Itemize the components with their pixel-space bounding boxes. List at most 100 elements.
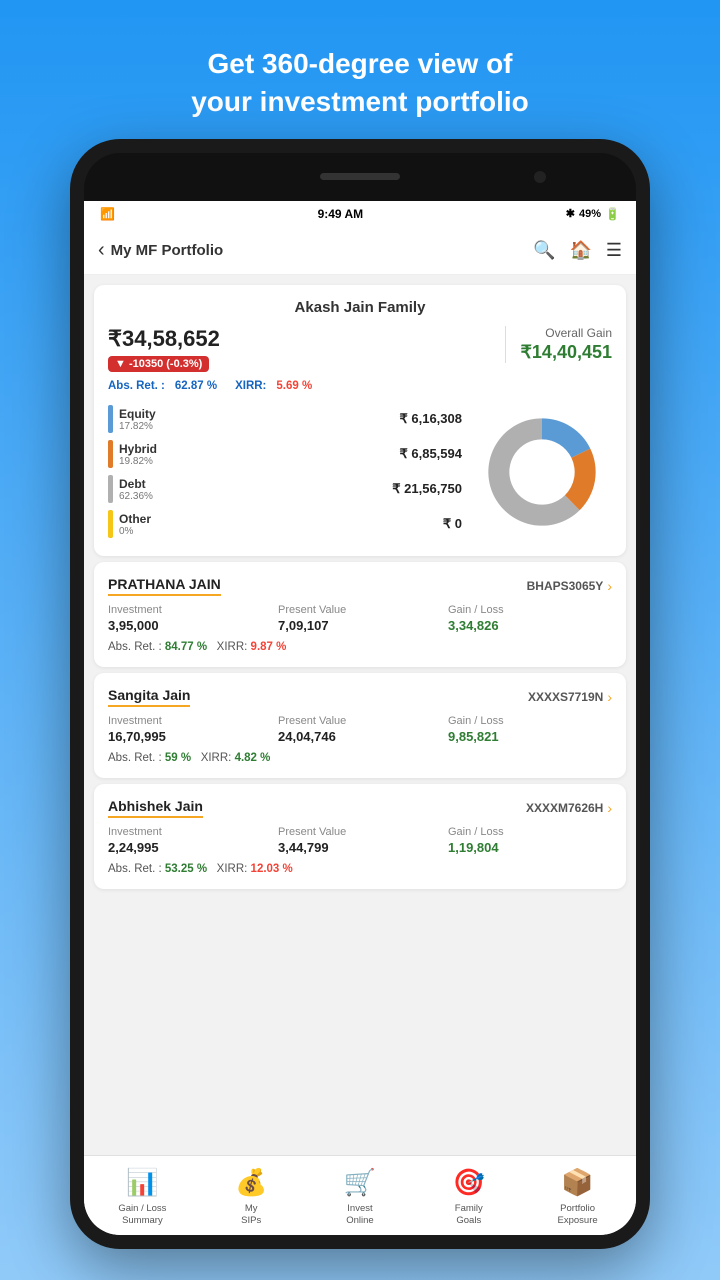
legend-color-other — [108, 510, 113, 538]
member-id-0: BHAPS3065Y — [527, 579, 604, 593]
member-id-row-0[interactable]: BHAPS3065Y › — [527, 578, 612, 594]
bottom-nav: 📊 Gain / LossSummary 💰 MySIPs 🛒 InvestOn… — [84, 1155, 636, 1235]
member-gl-col-2: Gain / Loss 1,19,804 — [448, 826, 612, 855]
status-left: 📶 — [100, 207, 115, 221]
header-line2: your investment portfolio — [191, 86, 529, 117]
portfolio-total-value: ₹34,58,652 — [108, 326, 505, 352]
legend-name-hybrid: Hybrid — [119, 442, 157, 456]
overall-gain-value: ₹14,40,451 — [520, 342, 612, 363]
legend-item-debt: Debt 62.36% ₹ 21,56,750 — [108, 475, 462, 503]
phone-speaker — [320, 173, 400, 180]
portfolio-returns-row: Abs. Ret. : 62.87 % XIRR: 5.69 % — [108, 380, 612, 392]
search-icon[interactable]: 🔍 — [533, 240, 555, 261]
donut-center — [512, 441, 573, 502]
battery-icon: 🔋 — [605, 207, 620, 221]
member-investment-label-0: Investment — [108, 604, 272, 616]
home-icon[interactable]: 🏠 — [569, 240, 591, 261]
legend-value-debt: ₹ 21,56,750 — [392, 481, 462, 497]
member-gl-label-0: Gain / Loss — [448, 604, 612, 616]
battery-level: 49% — [579, 208, 601, 220]
member-gl-val-0: 3,34,826 — [448, 618, 612, 633]
member-abs-ret-0: 84.77 % — [165, 641, 207, 653]
member-card-1: Sangita Jain XXXXS7719N › Investment 16,… — [94, 673, 626, 778]
member-pv-val-2: 3,44,799 — [278, 840, 442, 855]
wifi-icon: 📶 — [100, 207, 115, 221]
member-investment-val-1: 16,70,995 — [108, 729, 272, 744]
phone-camera — [534, 171, 546, 183]
bottom-nav-my-sips[interactable]: 💰 MySIPs — [197, 1164, 306, 1226]
overall-gain-label: Overall Gain — [520, 326, 612, 340]
member-investment-col-1: Investment 16,70,995 — [108, 715, 272, 744]
member-card-0: PRATHANA JAIN BHAPS3065Y › Investment 3,… — [94, 562, 626, 667]
legend-color-hybrid — [108, 440, 113, 468]
member-investment-val-0: 3,95,000 — [108, 618, 272, 633]
member-card-2: Abhishek Jain XXXXM7626H › Investment 2,… — [94, 784, 626, 889]
legend-value-equity: ₹ 6,16,308 — [400, 411, 463, 427]
bottom-nav-label-family: FamilyGoals — [455, 1203, 483, 1226]
member-chevron-icon-0[interactable]: › — [607, 578, 612, 594]
bottom-nav-label-gain-loss: Gain / LossSummary — [118, 1203, 166, 1226]
donut-chart — [472, 402, 612, 542]
legend-value-other: ₹ 0 — [443, 516, 462, 532]
bottom-nav-icon-my-sips: 💰 — [233, 1164, 269, 1200]
back-arrow-icon[interactable]: ‹ — [98, 239, 105, 262]
member-investment-col-2: Investment 2,24,995 — [108, 826, 272, 855]
member-chevron-icon-1[interactable]: › — [607, 689, 612, 705]
member-stats-row-1: Investment 16,70,995 Present Value 24,04… — [108, 715, 612, 744]
member-name-2: Abhishek Jain — [108, 798, 203, 818]
member-id-row-1[interactable]: XXXXS7719N › — [528, 689, 612, 705]
member-gl-col-1: Gain / Loss 9,85,821 — [448, 715, 612, 744]
member-header-1: Sangita Jain XXXXS7719N › — [108, 687, 612, 707]
bottom-nav-label-invest: InvestOnline — [346, 1203, 373, 1226]
member-abs-ret-1: 59 % — [165, 752, 191, 764]
legend-color-equity — [108, 405, 113, 433]
phone-frame: 📶 9:49 AM ✱ 49% 🔋 ‹ My MF Portfolio 🔍 🏠 … — [70, 139, 650, 1249]
member-pv-val-0: 7,09,107 — [278, 618, 442, 633]
top-nav: ‹ My MF Portfolio 🔍 🏠 ☰ — [84, 227, 636, 275]
legend-value-hybrid: ₹ 6,85,594 — [400, 446, 463, 462]
bottom-nav-portfolio[interactable]: 📦 PortfolioExposure — [523, 1164, 632, 1226]
nav-left[interactable]: ‹ My MF Portfolio — [98, 239, 223, 262]
member-gl-val-2: 1,19,804 — [448, 840, 612, 855]
bottom-nav-family[interactable]: 🎯 FamilyGoals — [414, 1164, 523, 1226]
xirr-value: 5.69 % — [276, 380, 312, 392]
scroll-area: Akash Jain Family ₹34,58,652 ▼ -10350 (-… — [84, 275, 636, 1155]
status-time: 9:49 AM — [318, 207, 364, 221]
member-name-1: Sangita Jain — [108, 687, 190, 707]
member-chevron-icon-2[interactable]: › — [607, 800, 612, 816]
legend-pct-other: 0% — [119, 526, 151, 537]
legend-name-equity: Equity — [119, 407, 156, 421]
member-stats-row-2: Investment 2,24,995 Present Value 3,44,7… — [108, 826, 612, 855]
member-returns-row-1: Abs. Ret. : 59 % XIRR: 4.82 % — [108, 752, 612, 764]
member-header-2: Abhishek Jain XXXXM7626H › — [108, 798, 612, 818]
xirr-label: XIRR: — [235, 380, 266, 392]
legend-list: Equity 17.82% ₹ 6,16,308 Hybrid 19.82% ₹… — [108, 405, 462, 538]
legend-color-debt — [108, 475, 113, 503]
portfolio-change-badge: ▼ -10350 (-0.3%) — [108, 356, 209, 372]
status-right: ✱ 49% 🔋 — [566, 207, 620, 221]
menu-icon[interactable]: ☰ — [606, 240, 622, 261]
member-xirr-2: 12.03 % — [251, 863, 293, 875]
header-section: Get 360-degree view of your investment p… — [191, 45, 529, 121]
bottom-nav-invest[interactable]: 🛒 InvestOnline — [306, 1164, 415, 1226]
member-id-2: XXXXM7626H — [526, 801, 603, 815]
legend-item-hybrid: Hybrid 19.82% ₹ 6,85,594 — [108, 440, 462, 468]
bluetooth-icon: ✱ — [566, 207, 575, 220]
bottom-nav-icon-family: 🎯 — [451, 1164, 487, 1200]
phone-notch — [84, 153, 636, 201]
member-id-row-2[interactable]: XXXXM7626H › — [526, 800, 612, 816]
member-stats-row-0: Investment 3,95,000 Present Value 7,09,1… — [108, 604, 612, 633]
member-investment-val-2: 2,24,995 — [108, 840, 272, 855]
bottom-nav-label-my-sips: MySIPs — [241, 1203, 261, 1226]
member-abs-ret-2: 53.25 % — [165, 863, 207, 875]
legend-item-other: Other 0% ₹ 0 — [108, 510, 462, 538]
member-investment-col-0: Investment 3,95,000 — [108, 604, 272, 633]
bottom-nav-icon-invest: 🛒 — [342, 1164, 378, 1200]
legend-name-other: Other — [119, 512, 151, 526]
header-line1: Get 360-degree view of — [207, 48, 512, 79]
bottom-nav-gain-loss[interactable]: 📊 Gain / LossSummary — [88, 1164, 197, 1226]
nav-right: 🔍 🏠 ☰ — [533, 240, 622, 261]
member-header-0: PRATHANA JAIN BHAPS3065Y › — [108, 576, 612, 596]
abs-ret-value: 62.87 % — [175, 380, 217, 392]
overall-gain-section: Overall Gain ₹14,40,451 — [505, 326, 612, 363]
